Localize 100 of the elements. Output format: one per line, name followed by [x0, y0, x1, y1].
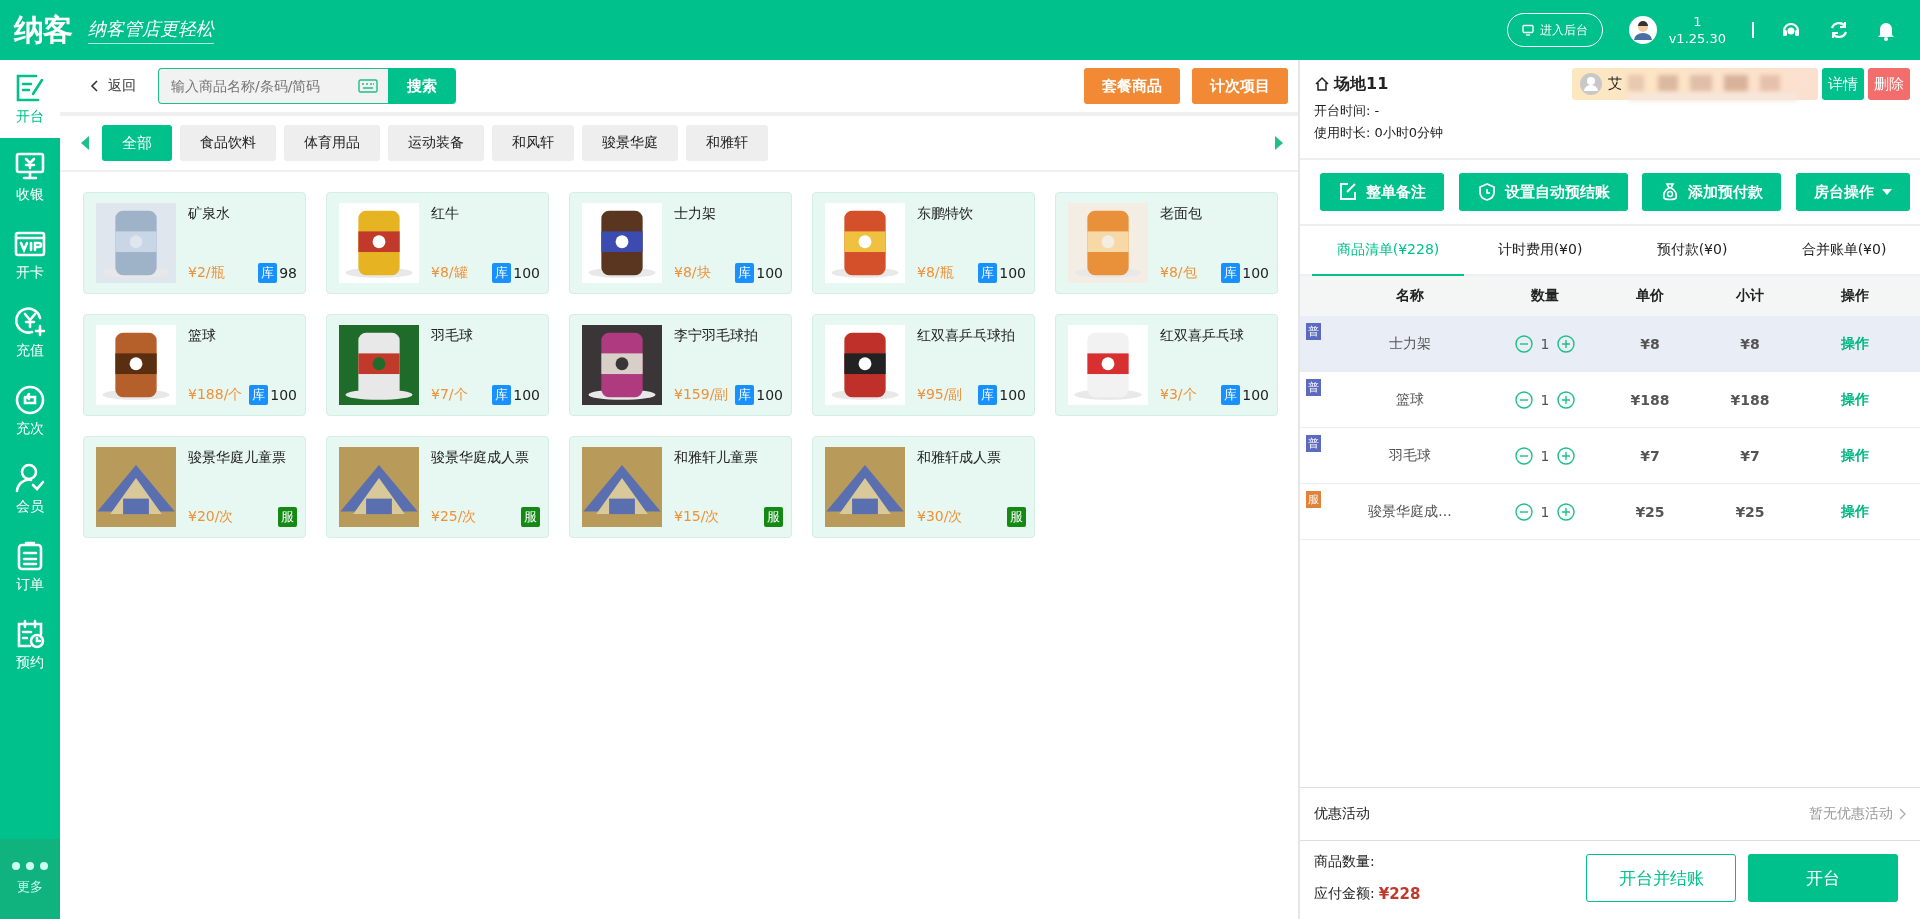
product-type-badge: 库: [492, 385, 512, 405]
category-tab[interactable]: 和风轩: [492, 125, 574, 161]
plus-icon[interactable]: [1557, 446, 1576, 465]
item-name: 士力架: [1389, 334, 1431, 353]
stock-count: 100: [513, 387, 540, 403]
item-name: 羽毛球: [1389, 446, 1431, 465]
product-price: ¥15/次: [674, 508, 720, 526]
column-header: 数量: [1531, 287, 1559, 305]
avatar-icon[interactable]: [1628, 16, 1657, 44]
promotion-label: 优惠活动: [1314, 805, 1370, 823]
product-price: ¥3/个: [1160, 386, 1197, 404]
product-type-badge: 库: [735, 385, 755, 405]
minus-icon[interactable]: [1514, 446, 1533, 465]
product-name: 骏景华庭儿童票: [188, 449, 287, 467]
edit-icon: [1338, 182, 1358, 202]
search-field[interactable]: 输入商品名称/条码/简码: [158, 68, 388, 104]
minus-icon[interactable]: [1514, 334, 1533, 353]
keyboard-icon: [358, 79, 378, 93]
usage-duration: 使用时长: 0小时0分钟: [1314, 124, 1445, 142]
logo: 纳客: [14, 10, 72, 49]
arrow-right-icon[interactable]: [1274, 135, 1284, 151]
product-type-badge: 库: [1221, 385, 1241, 405]
product-type-badge: 库: [492, 263, 512, 283]
item-tag: 服: [1306, 491, 1321, 508]
product-card[interactable]: 骏景华庭儿童票 ¥20/次 服: [83, 436, 306, 538]
minus-icon[interactable]: [1514, 502, 1533, 521]
product-card[interactable]: 羽毛球 ¥7/个 库 100: [326, 314, 549, 416]
unit-price: ¥25: [1635, 503, 1665, 520]
product-name: 红牛: [431, 205, 460, 223]
category-tab[interactable]: 食品饮料: [180, 125, 276, 161]
category-tab[interactable]: 骏景华庭: [582, 125, 678, 161]
product-type-badge: 库: [258, 263, 278, 283]
product-name: 和雅轩成人票: [917, 449, 1002, 467]
edit-icon: [14, 72, 46, 104]
version-text: v1.25.30: [1668, 30, 1726, 47]
product-price: ¥25/次: [431, 508, 477, 526]
product-card[interactable]: 矿泉水 ¥2/瓶 库 98: [83, 192, 306, 294]
stock-count: 100: [513, 265, 540, 281]
order-row[interactable]: 普 士力架 1 ¥8 ¥8 操作: [1300, 316, 1920, 372]
unit-price: ¥188: [1630, 391, 1670, 408]
item-quantity: 1: [1540, 391, 1550, 408]
product-card[interactable]: 红双喜乒乓球 ¥3/个 库 100: [1055, 314, 1278, 416]
product-card[interactable]: 士力架 ¥8/块 库 100: [569, 192, 792, 294]
stock-count: 100: [1242, 265, 1269, 281]
plus-icon[interactable]: [1557, 390, 1576, 409]
monitor-icon: [14, 150, 46, 182]
product-card[interactable]: 骏景华庭成人票 ¥25/次 服: [326, 436, 549, 538]
product-card[interactable]: 老面包 ¥8/包 库 100: [1055, 192, 1278, 294]
plus-icon[interactable]: [1557, 502, 1576, 521]
slogan: 纳客管店更轻松: [88, 16, 214, 44]
coin-plus-icon: [14, 306, 46, 338]
product-price: ¥95/副: [917, 386, 963, 404]
category-tab[interactable]: 体育用品: [284, 125, 380, 161]
product-type-badge: 库: [735, 263, 755, 283]
product-name: 东鹏特饮: [917, 205, 974, 223]
order-tab[interactable]: 合并账单(¥0): [1768, 226, 1920, 276]
product-price: ¥8/瓶: [917, 264, 954, 282]
product-type-badge: 服: [278, 507, 297, 527]
member-chip[interactable]: 艾: [1572, 68, 1818, 100]
order-row[interactable]: 普 羽毛球 1 ¥7 ¥7 操作: [1300, 428, 1920, 484]
product-card[interactable]: 篮球 ¥188/个 库 100: [83, 314, 306, 416]
minus-icon[interactable]: [1514, 390, 1533, 409]
amount-label: 应付金额:: [1314, 885, 1375, 903]
product-card[interactable]: 和雅轩儿童票 ¥15/次 服: [569, 436, 792, 538]
item-quantity: 1: [1540, 335, 1550, 352]
product-name: 李宁羽毛球拍: [674, 327, 759, 345]
product-type-badge: 服: [1007, 507, 1026, 527]
order-tab[interactable]: 预付款(¥0): [1616, 226, 1768, 276]
category-tab[interactable]: 运动装备: [388, 125, 484, 161]
item-tag: 普: [1306, 323, 1321, 340]
category-tab[interactable]: 和雅轩: [686, 125, 768, 161]
back-button[interactable]: 返回: [84, 76, 142, 96]
person-check-icon: [14, 462, 46, 494]
product-card[interactable]: 东鹏特饮 ¥8/瓶 库 100: [812, 192, 1035, 294]
product-type-badge: 服: [521, 507, 540, 527]
unit-price: ¥7: [1640, 447, 1660, 464]
order-row[interactable]: 普 篮球 1 ¥188 ¥188 操作: [1300, 372, 1920, 428]
item-count-label: 商品数量:: [1314, 853, 1376, 871]
order-row[interactable]: 服 骏景华庭成... 1 ¥25 ¥25 操作: [1300, 484, 1920, 540]
product-price: ¥30/次: [917, 508, 963, 526]
user-name: 1: [1693, 13, 1702, 30]
plus-icon[interactable]: [1557, 334, 1576, 353]
order-tab[interactable]: 计时费用(¥0): [1464, 226, 1616, 276]
product-name: 士力架: [674, 205, 717, 223]
column-header: 单价: [1636, 287, 1664, 305]
product-price: ¥2/瓶: [188, 264, 225, 282]
product-card[interactable]: 李宁羽毛球拍 ¥159/副 库 100: [569, 314, 792, 416]
arrow-left-icon[interactable]: [80, 135, 90, 151]
product-name: 老面包: [1160, 205, 1203, 223]
stock-count: 100: [999, 387, 1026, 403]
product-type-badge: 库: [978, 263, 998, 283]
column-header: 小计: [1736, 287, 1764, 305]
stock-count: 98: [279, 265, 297, 281]
product-card[interactable]: 红双喜乒乓球拍 ¥95/副 库 100: [812, 314, 1035, 416]
product-card[interactable]: 和雅轩成人票 ¥30/次 服: [812, 436, 1035, 538]
column-header: 操作: [1841, 287, 1869, 305]
subtotal: ¥7: [1740, 447, 1760, 464]
sync-icon[interactable]: [1828, 19, 1850, 41]
stock-count: 100: [1242, 387, 1269, 403]
product-card[interactable]: 红牛 ¥8/罐 库 100: [326, 192, 549, 294]
